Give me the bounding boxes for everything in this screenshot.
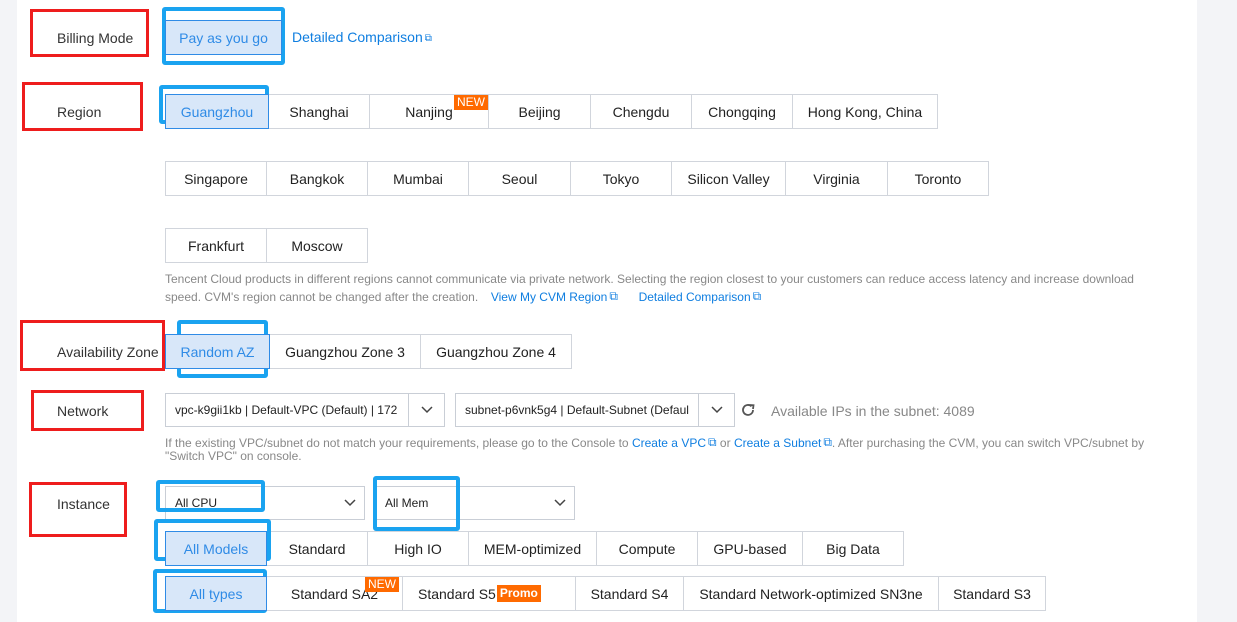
external-link-icon: ⧉: [823, 435, 832, 449]
region-option[interactable]: Chongqing: [691, 94, 793, 129]
instance-family-option[interactable]: Big Data: [802, 531, 904, 566]
availability-zone-selector: Random AZ Guangzhou Zone 3 Guangzhou Zon…: [165, 334, 572, 369]
network-help-line-2: "Switch VPC" on console.: [165, 449, 302, 463]
region-option[interactable]: Shanghai: [268, 94, 370, 129]
instance-family-option[interactable]: Compute: [596, 531, 698, 566]
memory-select[interactable]: All Mem: [375, 486, 575, 520]
region-option[interactable]: Toronto: [887, 161, 989, 196]
view-cvm-region-link[interactable]: View My CVM Region: [491, 290, 607, 304]
region-help-line-1: Tencent Cloud products in different regi…: [165, 272, 1134, 286]
new-badge: NEW: [454, 95, 488, 110]
external-link-icon: ⧉: [609, 289, 618, 303]
external-link-icon: ⧉: [752, 289, 762, 303]
network-help-suffix: . After purchasing the CVM, you can swit…: [831, 436, 1145, 450]
region-option[interactable]: Moscow: [266, 228, 368, 263]
region-comparison-link[interactable]: Detailed Comparison: [639, 290, 751, 304]
region-help-text: Tencent Cloud products in different regi…: [165, 271, 1165, 306]
red-highlight-availability-zone: [20, 320, 165, 371]
billing-comparison-link[interactable]: Detailed Comparison ⧉: [292, 29, 432, 45]
zone-option[interactable]: Guangzhou Zone 3: [269, 334, 421, 369]
instance-type-option[interactable]: Standard S5 Promo: [402, 576, 576, 611]
region-row-2: Singapore Bangkok Mumbai Seoul Tokyo Sil…: [165, 161, 989, 196]
chevron-down-icon: [546, 487, 574, 519]
region-help-line-2: speed. CVM's region cannot be changed af…: [165, 288, 1165, 306]
region-option[interactable]: Bangkok: [266, 161, 368, 196]
region-option[interactable]: Guangzhou: [165, 94, 269, 129]
memory-select-value: All Mem: [385, 496, 429, 510]
region-option[interactable]: Silicon Valley: [671, 161, 786, 196]
vpc-select[interactable]: vpc-k9gii1kb | Default-VPC (Default) | 1…: [165, 393, 445, 427]
new-badge: NEW: [365, 577, 399, 592]
cpu-select-value: All CPU: [175, 496, 218, 510]
region-option[interactable]: Tokyo: [570, 161, 672, 196]
region-option[interactable]: Singapore: [165, 161, 267, 196]
region-option[interactable]: Mumbai: [367, 161, 469, 196]
network-help-prefix: If the existing VPC/subnet do not match …: [165, 436, 629, 450]
network-help-or: or: [719, 436, 731, 450]
region-option[interactable]: Virginia: [785, 161, 888, 196]
instance-family-option[interactable]: GPU-based: [697, 531, 803, 566]
external-link-icon: ⧉: [708, 435, 717, 449]
region-option[interactable]: Frankfurt: [165, 228, 267, 263]
instance-family-option[interactable]: High IO: [367, 531, 469, 566]
region-option[interactable]: Hong Kong, China: [792, 94, 938, 129]
zone-option[interactable]: Guangzhou Zone 4: [420, 334, 572, 369]
chevron-down-icon: [336, 487, 364, 519]
external-link-icon: ⧉: [424, 33, 432, 44]
instance-type-option[interactable]: Standard S3: [938, 576, 1046, 611]
create-subnet-link[interactable]: Create a Subnet: [734, 436, 821, 450]
chevron-down-icon: [698, 394, 734, 426]
billing-mode-selector: Pay as you go: [165, 20, 282, 55]
subnet-select[interactable]: subnet-p6vnk5g4 | Default-Subnet (Defaul: [455, 393, 735, 427]
subnet-select-value: subnet-p6vnk5g4 | Default-Subnet (Defaul: [465, 403, 689, 417]
available-ips-text: Available IPs in the subnet: 4089: [771, 403, 975, 419]
instance-type-option[interactable]: Standard SA2 NEW: [266, 576, 403, 611]
instance-family-option[interactable]: MEM-optimized: [468, 531, 597, 566]
network-help-line-1: If the existing VPC/subnet do not match …: [165, 436, 1175, 450]
instance-family-selector: All Models Standard High IO MEM-optimize…: [165, 531, 904, 566]
zone-option[interactable]: Random AZ: [165, 334, 270, 369]
red-highlight-instance: [29, 482, 127, 537]
region-option-label: Nanjing: [405, 103, 453, 120]
red-highlight-billing-mode: [30, 9, 149, 57]
region-row-1: Guangzhou Shanghai Nanjing NEW Beijing C…: [165, 94, 938, 129]
region-option[interactable]: Nanjing NEW: [369, 94, 489, 129]
vpc-select-value: vpc-k9gii1kb | Default-VPC (Default) | 1…: [175, 403, 398, 417]
red-highlight-region: [22, 82, 143, 131]
region-row-3: Frankfurt Moscow: [165, 228, 368, 263]
promo-badge: Promo: [496, 585, 541, 602]
instance-type-option[interactable]: Standard Network-optimized SN3ne: [683, 576, 939, 611]
billing-option-pay-as-you-go[interactable]: Pay as you go: [165, 20, 282, 55]
region-option[interactable]: Seoul: [468, 161, 571, 196]
instance-type-label: Standard S5: [418, 585, 496, 602]
instance-type-option[interactable]: All types: [165, 576, 267, 611]
red-highlight-network: [31, 390, 144, 431]
region-help-line-2-text: speed. CVM's region cannot be changed af…: [165, 290, 479, 304]
cpu-select[interactable]: All CPU: [165, 486, 365, 520]
chevron-down-icon: [408, 394, 444, 426]
instance-type-selector: All types Standard SA2 NEW Standard S5 P…: [165, 576, 1046, 611]
region-option[interactable]: Beijing: [488, 94, 591, 129]
instance-type-option[interactable]: Standard S4: [575, 576, 684, 611]
create-vpc-link[interactable]: Create a VPC: [632, 436, 706, 450]
instance-family-option[interactable]: Standard: [266, 531, 368, 566]
instance-family-option[interactable]: All Models: [165, 531, 267, 566]
refresh-icon[interactable]: [740, 402, 756, 418]
network-help-text: If the existing VPC/subnet do not match …: [165, 436, 1175, 463]
region-option[interactable]: Chengdu: [590, 94, 692, 129]
